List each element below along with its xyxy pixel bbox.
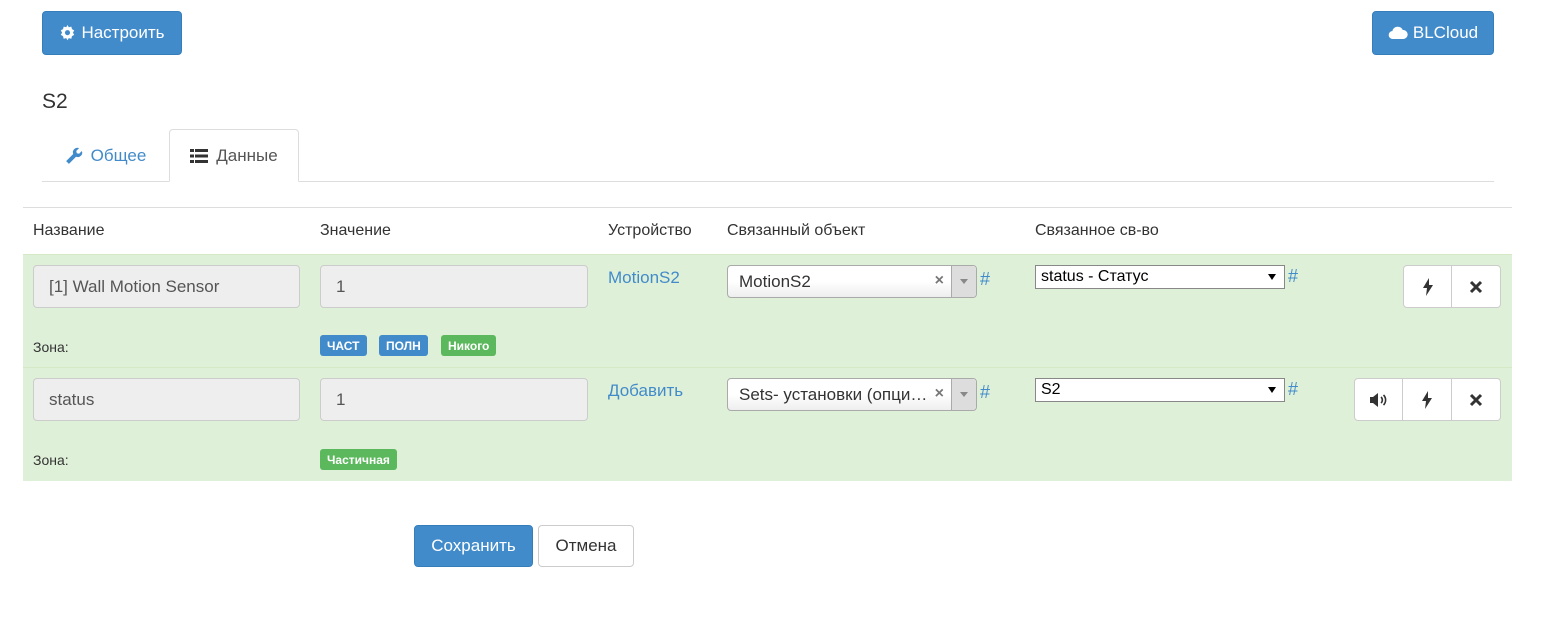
linked-property-select[interactable]: status - Статус <box>1035 265 1285 289</box>
sound-button[interactable] <box>1354 378 1403 421</box>
tab-data[interactable]: Данные <box>169 129 299 182</box>
table-row: status 1 Добавить Sets- установки (опцио… <box>23 367 1512 481</box>
clear-icon[interactable]: × <box>935 385 944 403</box>
run-button[interactable] <box>1403 265 1452 308</box>
gear-icon <box>61 24 75 40</box>
linked-property-select[interactable]: S2 <box>1035 378 1285 402</box>
dropdown-arrow-icon <box>1268 387 1276 393</box>
blcloud-button[interactable]: BLCloud <box>1372 11 1494 55</box>
blcloud-label: BLCloud <box>1412 23 1479 42</box>
value-field[interactable]: 1 <box>320 265 588 308</box>
zone-badge-full: ПОЛН <box>379 335 428 356</box>
column-header-name: Название <box>33 222 105 239</box>
table-row: [1] Wall Motion Sensor 1 MotionS2 Motion… <box>23 254 1512 367</box>
list-icon <box>190 148 209 163</box>
zone-badge-partial: ЧАСТ <box>320 335 367 356</box>
name-field[interactable]: [1] Wall Motion Sensor <box>33 265 300 308</box>
chevron-down-icon[interactable] <box>951 266 976 297</box>
clear-icon[interactable]: × <box>935 272 944 290</box>
close-icon <box>1469 393 1483 406</box>
close-icon <box>1469 280 1483 293</box>
volume-icon <box>1369 392 1386 407</box>
linked-object-value: MotionS2 <box>739 272 811 291</box>
column-header-value: Значение <box>320 222 391 239</box>
zone-label: Зона: <box>33 339 69 355</box>
zone-label: Зона: <box>33 452 69 468</box>
bolt-icon <box>1422 277 1433 296</box>
dropdown-arrow-icon <box>1268 274 1276 280</box>
wrench-icon <box>65 147 82 164</box>
tab-data-label: Данные <box>216 145 278 165</box>
property-hash-link[interactable]: # <box>1288 379 1298 400</box>
zone-badge-nobody: Никого <box>441 335 497 356</box>
linked-property-value: S2 <box>1041 381 1061 398</box>
zone-badge-partial: Частичная <box>320 449 397 470</box>
cancel-button[interactable]: Отмена <box>538 525 634 567</box>
configure-button[interactable]: Настроить <box>42 11 182 55</box>
column-header-device: Устройство <box>608 222 692 239</box>
page-title: S2 <box>42 90 68 113</box>
linked-property-value: status - Статус <box>1041 268 1149 285</box>
chevron-down-icon[interactable] <box>951 379 976 410</box>
add-device-link[interactable]: Добавить <box>608 381 683 401</box>
linked-object-select[interactable]: MotionS2 × <box>727 265 977 298</box>
data-table: Название Значение Устройство Связанный о… <box>23 207 1512 481</box>
column-header-linked-object: Связанный объект <box>727 222 866 239</box>
run-button[interactable] <box>1403 378 1452 421</box>
linked-object-value: Sets- установки (опциональные) <box>739 385 929 404</box>
save-button[interactable]: Сохранить <box>414 525 533 567</box>
value-field[interactable]: 1 <box>320 378 588 421</box>
tab-general-label: Общее <box>90 145 147 165</box>
property-hash-link[interactable]: # <box>1288 266 1298 287</box>
tab-general[interactable]: Общее <box>42 129 169 182</box>
configure-label: Настроить <box>81 23 165 42</box>
object-hash-link[interactable]: # <box>980 269 990 290</box>
tab-bar: Общее Данные <box>42 129 1494 182</box>
bolt-icon <box>1422 390 1432 409</box>
delete-button[interactable] <box>1452 378 1501 421</box>
delete-button[interactable] <box>1452 265 1501 308</box>
column-header-linked-property: Связанное св-во <box>1035 222 1159 239</box>
table-header: Название Значение Устройство Связанный о… <box>23 208 1512 254</box>
cloud-icon <box>1388 26 1408 40</box>
linked-object-select[interactable]: Sets- установки (опциональные) × <box>727 378 977 411</box>
name-field[interactable]: status <box>33 378 300 421</box>
object-hash-link[interactable]: # <box>980 382 990 403</box>
device-link[interactable]: MotionS2 <box>608 268 680 288</box>
